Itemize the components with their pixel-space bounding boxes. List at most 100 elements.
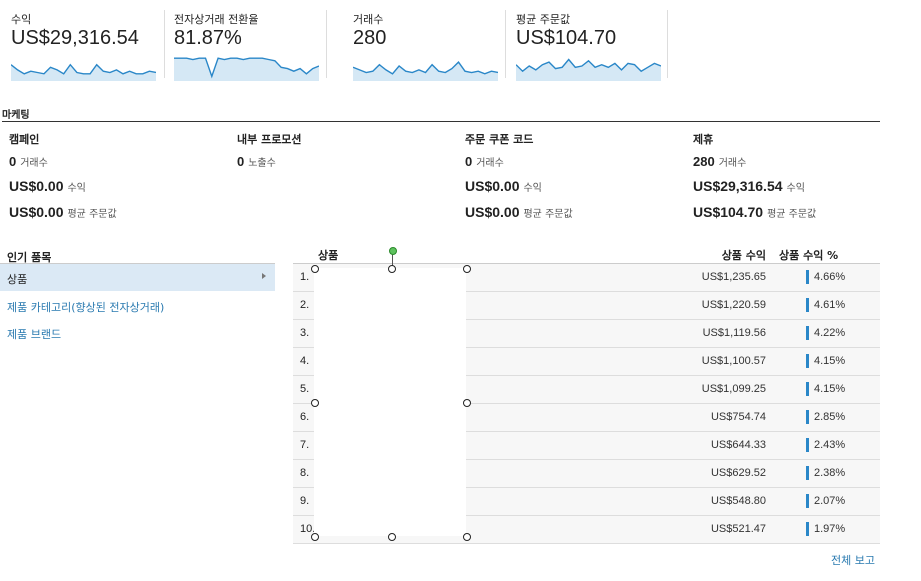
row-number: 1. (300, 271, 310, 283)
column-header-revenue[interactable]: 상품 수익 (722, 247, 766, 263)
marketing-column-header: 주문 쿠폰 코드 (465, 133, 534, 146)
row-revenue-pct: 4.15% (814, 355, 846, 367)
sparkline (516, 58, 661, 81)
metric-value: 280 (353, 27, 387, 49)
metric-label: 수익 (11, 13, 32, 26)
popular-item-label: 제품 브랜드 (7, 328, 62, 341)
resize-handle-bottom-right[interactable] (463, 533, 471, 541)
pct-bar (806, 354, 809, 368)
divider (505, 10, 506, 78)
table-header: 상품 상품 수익 상품 수익 % (293, 245, 880, 264)
row-revenue: US$1,119.56 (702, 327, 766, 339)
metric-value: US$104.70 (516, 27, 617, 49)
marketing-section-title: 마케팅 (2, 110, 30, 121)
chevron-right-icon (262, 273, 266, 279)
marketing-internal-promotion: 내부 프로모션 0 노출수 (237, 131, 302, 169)
metric-conversion-rate[interactable]: 전자상거래 전환율 81.87% (174, 10, 319, 81)
metric-scorecards: 수익 US$29,316.54 전자상거래 전환율 81.87% 거래수 280… (0, 0, 680, 81)
row-revenue-pct: 4.15% (814, 383, 846, 395)
pct-bar (806, 438, 809, 452)
marketing-stat: US$0.00 수익 (465, 178, 542, 194)
marketing-stat: US$29,316.54 수익 (693, 178, 805, 194)
row-revenue: US$754.74 (710, 411, 766, 423)
row-revenue: US$1,235.65 (701, 271, 766, 283)
popular-item-product-category[interactable]: 제품 카테고리(향상된 전자상거래) (0, 292, 275, 319)
metric-label: 전자상거래 전환율 (174, 13, 259, 26)
row-revenue-pct: 1.97% (814, 523, 846, 535)
selection-overlay[interactable] (314, 268, 466, 536)
pct-bar (806, 298, 809, 312)
row-revenue: US$629.52 (710, 467, 766, 479)
row-revenue-pct: 2.07% (814, 495, 846, 507)
rotation-handle[interactable] (389, 247, 397, 255)
row-number: 5. (300, 383, 310, 395)
resize-handle-top[interactable] (388, 265, 396, 273)
metric-label: 거래수 (353, 13, 384, 26)
row-revenue-pct: 4.66% (814, 271, 846, 283)
pct-bar (806, 326, 809, 340)
pct-bar (806, 522, 809, 536)
metric-transactions[interactable]: 거래수 280 (353, 10, 498, 81)
row-revenue: US$548.80 (710, 495, 766, 507)
section-divider (2, 121, 880, 122)
resize-handle-bottom-left[interactable] (311, 533, 319, 541)
resize-handle-left[interactable] (311, 399, 319, 407)
marketing-affiliate: 제휴 280 거래수 US$29,316.54 수익 US$104.70 평균 주문값 (693, 131, 816, 220)
marketing-stat: 0 노출수 (237, 154, 276, 169)
popular-item-label: 상품 (7, 273, 28, 286)
metric-avg-order-value[interactable]: 평균 주문값 US$104.70 (516, 10, 661, 81)
pct-bar (806, 270, 809, 284)
marketing-stat: 0 거래수 (465, 154, 504, 169)
popular-item-label: 제품 카테고리(향상된 전자상거래) (7, 301, 165, 314)
sparkline (353, 61, 498, 81)
resize-handle-bottom[interactable] (388, 533, 396, 541)
marketing-campaign: 캠페인 0 거래수 US$0.00 수익 US$0.00 평균 주문값 (9, 131, 117, 220)
column-header-revenue-pct[interactable]: 상품 수익 % (779, 247, 838, 263)
row-revenue-pct: 2.43% (814, 439, 846, 451)
row-number: 9. (300, 495, 310, 507)
row-number: 2. (300, 299, 310, 311)
metric-label: 평균 주문값 (516, 13, 571, 26)
row-revenue-pct: 2.38% (814, 467, 846, 479)
full-report-link[interactable]: 전체 보고 (831, 552, 875, 568)
pct-bar (806, 466, 809, 480)
popular-item-product[interactable]: 상품 (0, 264, 275, 291)
marketing-stat: US$0.00 수익 (9, 178, 86, 194)
row-revenue-pct: 2.85% (814, 411, 846, 423)
metric-value: 81.87% (174, 27, 242, 49)
sparkline (11, 63, 156, 81)
marketing-order-coupon-code: 주문 쿠폰 코드 0 거래수 US$0.00 수익 US$0.00 평균 주문값 (465, 131, 573, 220)
row-revenue: US$1,099.25 (701, 383, 766, 395)
resize-handle-top-left[interactable] (311, 265, 319, 273)
marketing-stat: US$0.00 평균 주문값 (9, 204, 117, 220)
pct-bar (806, 410, 809, 424)
marketing-stat: 280 거래수 (693, 154, 747, 169)
resize-handle-top-right[interactable] (463, 265, 471, 273)
row-revenue: US$1,100.57 (701, 355, 766, 367)
row-revenue: US$1,220.59 (701, 299, 766, 311)
marketing-stat: US$104.70 평균 주문값 (693, 204, 817, 220)
row-number: 7. (300, 439, 310, 451)
divider (164, 10, 165, 78)
popular-item-product-brand[interactable]: 제품 브랜드 (0, 319, 275, 346)
row-revenue: US$644.33 (710, 439, 766, 451)
row-revenue: US$521.47 (710, 523, 766, 535)
row-number: 4. (300, 355, 310, 367)
row-number: 3. (300, 327, 310, 339)
resize-handle-right[interactable] (463, 399, 471, 407)
marketing-stat: 0 거래수 (9, 154, 48, 169)
column-header-product[interactable]: 상품 (318, 247, 338, 263)
sparkline (174, 57, 319, 81)
row-number: 8. (300, 467, 310, 479)
marketing-column-header: 내부 프로모션 (237, 133, 302, 146)
pct-bar (806, 382, 809, 396)
marketing-column-header: 제휴 (693, 133, 714, 146)
pct-bar (806, 494, 809, 508)
marketing-stat: US$0.00 평균 주문값 (465, 204, 573, 220)
row-number: 6. (300, 411, 310, 423)
marketing-column-header: 캠페인 (9, 133, 40, 146)
row-revenue-pct: 4.22% (814, 327, 846, 339)
row-revenue-pct: 4.61% (814, 299, 846, 311)
metric-revenue[interactable]: 수익 US$29,316.54 (11, 10, 156, 81)
metric-value: US$29,316.54 (11, 27, 139, 49)
